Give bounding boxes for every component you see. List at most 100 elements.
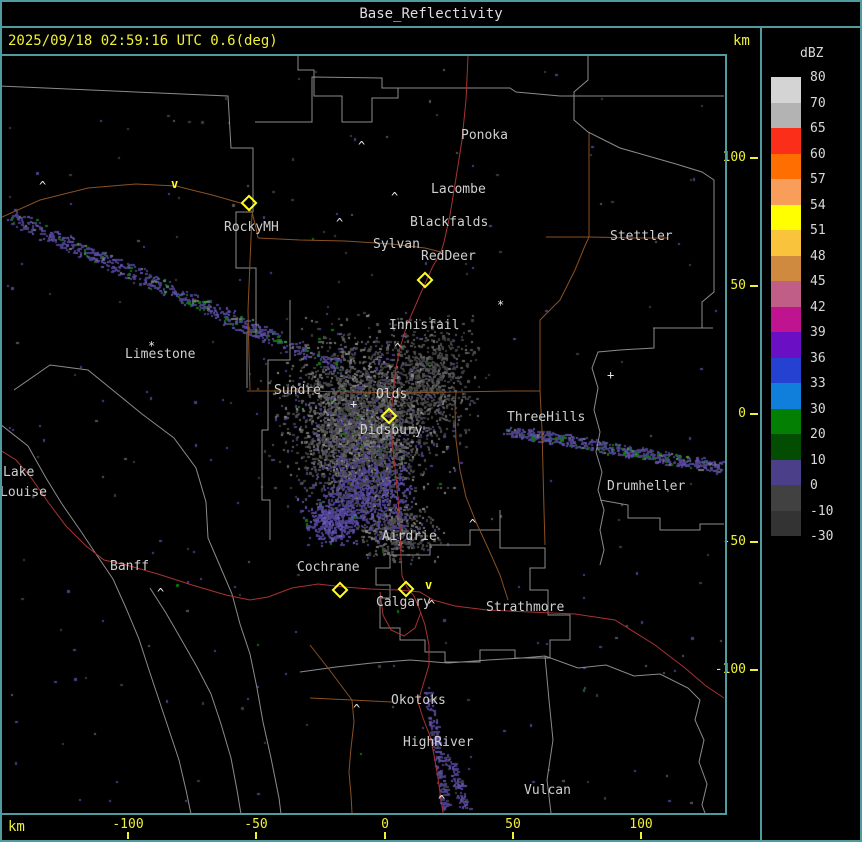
caret-marker: ^ (391, 190, 399, 204)
caret-marker: ^ (438, 793, 446, 807)
city-label: Lacombe (431, 182, 486, 197)
city-label: Didsbury (360, 423, 423, 438)
city-label: Ponoka (461, 128, 508, 143)
x-axis-tick-mark (127, 832, 129, 839)
legend-value-label: 33 (810, 376, 826, 391)
legend-color-box (771, 383, 801, 409)
vee-marker: v (171, 177, 179, 191)
legend-value-label: -30 (810, 529, 834, 544)
city-label: Stettler (610, 229, 673, 244)
x-axis-tick-mark (255, 832, 257, 839)
site-diamond-marker (416, 271, 434, 289)
map-border-top (2, 54, 727, 56)
x-axis-tick-label: -100 (112, 817, 144, 832)
legend-value-label: 10 (810, 452, 826, 468)
city-label: RedDeer (421, 249, 476, 264)
legend-value-label: 65 (810, 121, 826, 136)
site-diamond-marker (240, 194, 258, 212)
caret-marker: ^ (428, 598, 436, 612)
frame-top (0, 0, 862, 2)
legend-color-box (771, 77, 801, 103)
legend-value-label: 54 (810, 197, 826, 213)
legend-value-label: 51 (810, 223, 826, 238)
x-axis-tick-label: 50 (505, 817, 521, 832)
legend-value-label: -10 (810, 503, 834, 519)
legend-title: dBZ (800, 46, 824, 61)
x-axis-tick-label: 100 (629, 817, 653, 832)
legend-divider (760, 28, 762, 840)
legend-color-box (771, 459, 801, 485)
legend-value-label: 0 (810, 478, 818, 493)
city-label: Okotoks (391, 693, 446, 708)
y-axis-tick-mark (750, 541, 758, 543)
y-axis-tick-mark (750, 669, 758, 671)
city-label: Drumheller (607, 479, 686, 494)
legend-color-box (771, 153, 801, 179)
x-axis-unit-label: km (8, 819, 25, 835)
legend-color-box (771, 179, 801, 205)
x-axis-tick-mark (512, 832, 514, 839)
plus-marker: + (607, 368, 615, 382)
plus-marker: + (350, 397, 358, 411)
vee-marker: v (425, 578, 433, 592)
map-border-bottom (2, 813, 727, 815)
city-label: Cochrane (297, 560, 360, 575)
x-axis-tick-mark (640, 832, 642, 839)
city-label: Lake (3, 465, 35, 480)
legend-value-label: 36 (810, 350, 826, 366)
legend-color-box (771, 281, 801, 307)
city-label: Vulcan (524, 783, 571, 798)
legend-color-box (771, 510, 801, 536)
city-label: Banff (110, 559, 150, 574)
legend-color-box (771, 230, 801, 256)
legend-value-label: 42 (810, 299, 826, 315)
legend-value-label: 57 (810, 172, 826, 187)
caret-marker: ^ (394, 341, 402, 355)
legend-color-box (771, 357, 801, 383)
legend-value-label: 39 (810, 325, 826, 340)
site-diamond-marker (331, 581, 349, 599)
city-label: Innisfail (389, 318, 460, 333)
city-label: Blackfalds (410, 215, 489, 230)
caret-marker: ^ (469, 517, 477, 531)
legend-value-label: 60 (810, 146, 826, 162)
legend-color-box (771, 204, 801, 230)
map-border-right (725, 54, 727, 815)
y-axis-tick-mark (750, 413, 758, 415)
caret-marker: ^ (157, 586, 165, 600)
caret-marker: ^ (358, 139, 366, 153)
radar-app-window: Base_Reflectivity 2025/09/18 02:59:16 UT… (0, 0, 862, 842)
city-label: HighRiver (403, 735, 474, 750)
legend-value-label: 48 (810, 248, 826, 264)
legend-value-label: 70 (810, 95, 826, 111)
legend-color-box (771, 102, 801, 128)
asterisk-marker: * (497, 298, 505, 312)
city-label: Calgary (376, 595, 431, 610)
frame-title-divider (0, 26, 862, 28)
legend-color-box (771, 485, 801, 511)
asterisk-marker: * (148, 339, 156, 353)
city-label: Louise (0, 485, 47, 500)
caret-marker: ^ (353, 702, 361, 716)
y-axis-tick-mark (750, 285, 758, 287)
city-label: Airdrie (382, 529, 437, 544)
city-label: ThreeHills (507, 410, 586, 425)
caret-marker: ^ (336, 216, 344, 230)
legend-value-label: 80 (810, 70, 826, 85)
legend-value-label: 20 (810, 427, 826, 442)
legend-color-box (771, 306, 801, 332)
x-axis-tick-mark (384, 832, 386, 839)
city-label: Strathmore (486, 600, 565, 615)
site-diamond-marker (380, 407, 398, 425)
city-label: Sylvan (373, 237, 420, 252)
city-label: Olds (376, 387, 408, 402)
map-labels-layer: Ponoka Lacombe Blackfalds Sylvan RedDeer Stet… (0, 0, 760, 842)
legend-color-box (771, 255, 801, 281)
legend-color-box (771, 434, 801, 460)
y-axis-tick-mark (750, 157, 758, 159)
legend-color-box (771, 332, 801, 358)
frame-left (0, 0, 2, 842)
legend-color-box (771, 408, 801, 434)
x-axis-tick-label: 0 (381, 817, 389, 832)
city-label: RockyMH (224, 220, 279, 235)
